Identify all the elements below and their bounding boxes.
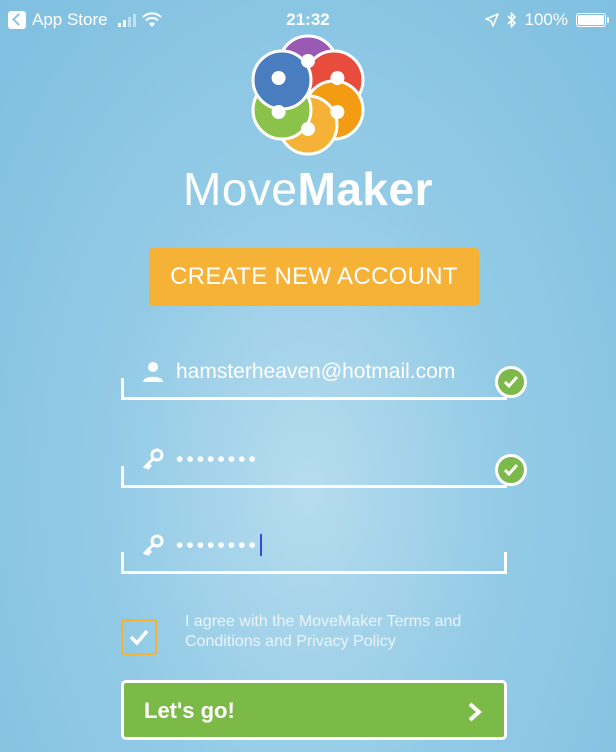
create-account-button[interactable]: CREATE NEW ACCOUNT	[149, 248, 479, 306]
brand-name-bold: Maker	[297, 163, 433, 215]
signup-screen: App Store 21:32 100% MoveMaker CREATE NE…	[0, 0, 616, 752]
checkmark-icon	[129, 629, 149, 646]
email-value: hamsterheaven@hotmail.com	[176, 360, 456, 383]
logo-petal-dot	[271, 105, 286, 119]
battery-icon	[576, 13, 609, 27]
brand-wordmark: MoveMaker	[0, 162, 616, 216]
confirm-password-value: ••••••••	[176, 534, 262, 558]
movemaker-logo-icon	[251, 34, 365, 156]
password-valid-check-icon	[495, 454, 527, 486]
lets-go-button[interactable]: Let's go!	[121, 680, 507, 740]
key-icon	[142, 534, 164, 557]
user-icon	[143, 362, 163, 382]
logo-petal-dot	[271, 71, 286, 85]
logo-petal-dot	[330, 71, 345, 85]
bluetooth-icon	[506, 12, 516, 28]
logo-petal-dot	[330, 105, 345, 119]
confirm-password-field[interactable]: ••••••••	[121, 526, 507, 574]
email-valid-check-icon	[495, 366, 527, 398]
lets-go-label: Let's go!	[144, 698, 235, 723]
status-right: 100%	[484, 10, 609, 30]
battery-percent: 100%	[524, 10, 568, 29]
password-value: ••••••••	[176, 448, 259, 471]
text-caret	[259, 534, 262, 556]
password-field[interactable]: ••••••••	[121, 440, 527, 488]
email-field[interactable]: hamsterheaven@hotmail.com	[121, 352, 527, 400]
key-icon	[142, 448, 164, 471]
brand-name-light: Move	[183, 163, 298, 215]
logo-petal-dot	[301, 54, 315, 68]
chevron-right-icon	[468, 702, 483, 722]
location-arrow-icon	[484, 13, 499, 27]
terms-agreement-text[interactable]: I agree with the MoveMaker Terms and Con…	[185, 612, 505, 652]
agree-checkbox[interactable]	[121, 619, 157, 655]
logo-petal-dot	[301, 122, 315, 136]
